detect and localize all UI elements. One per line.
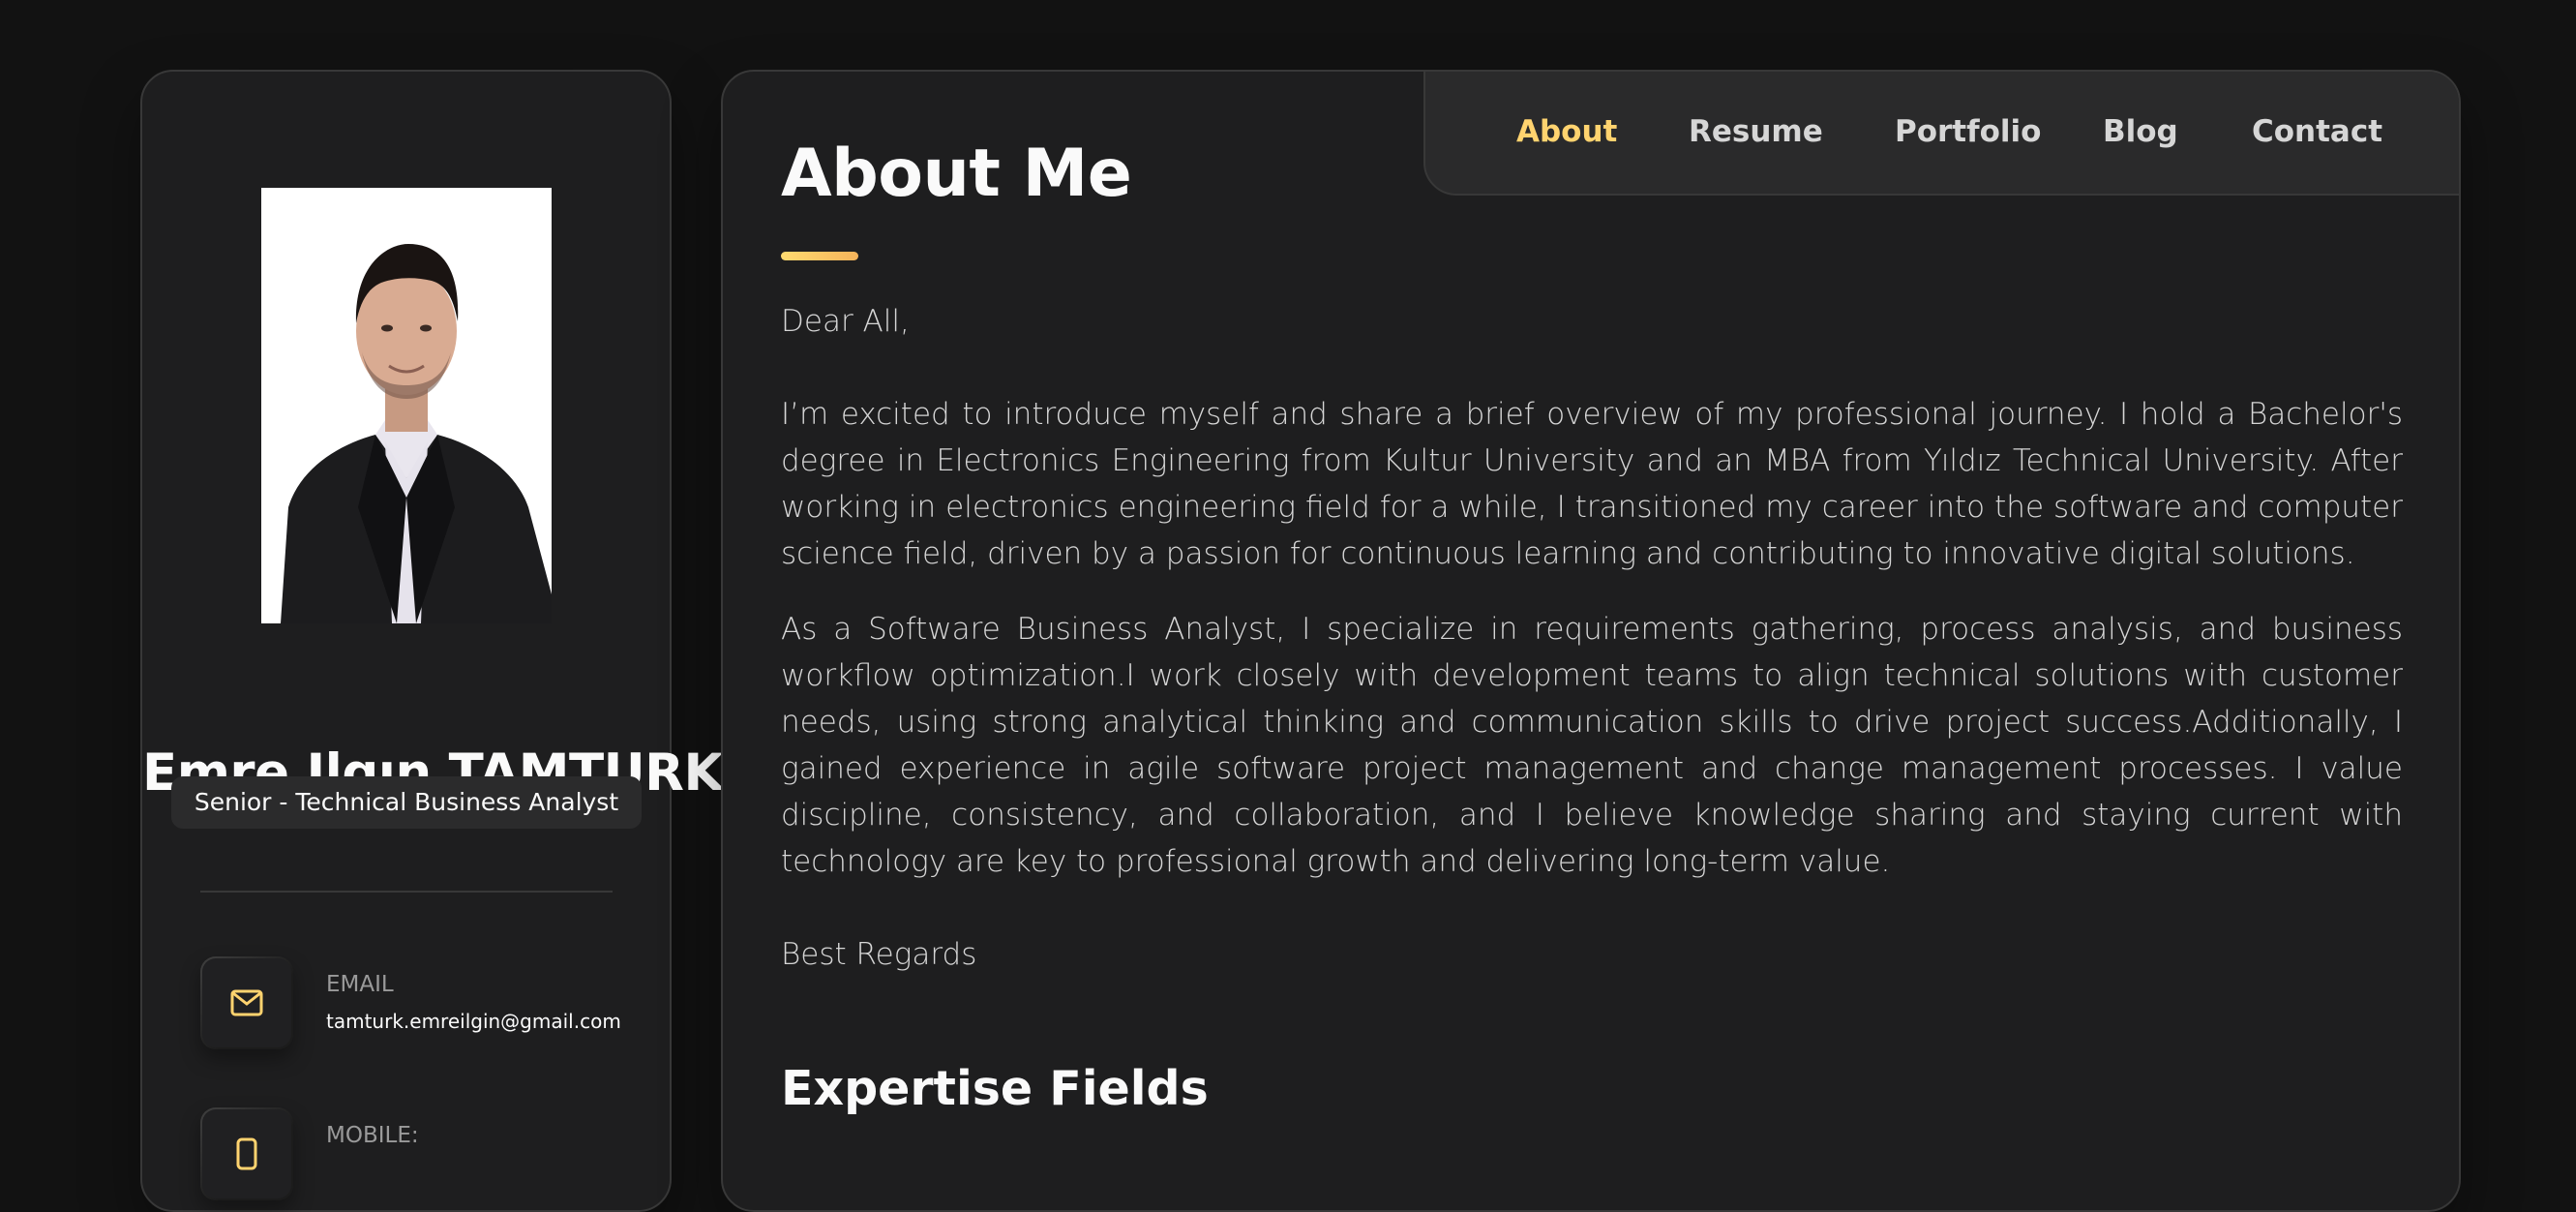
about-paragraph-1: I’m excited to introduce myself and shar… <box>781 397 2403 571</box>
nav-about[interactable]: About <box>1516 114 1617 149</box>
job-title-badge: Senior - Technical Business Analyst <box>171 776 642 829</box>
greeting: Dear All, <box>781 304 910 339</box>
title-underline <box>781 252 858 260</box>
profile-sidebar: Emre Ilgın TAMTURK Senior - Technical Bu… <box>140 70 724 1212</box>
closing: Best Regards <box>781 937 977 972</box>
phone-icon-box <box>200 1107 293 1200</box>
phone-icon <box>236 1137 257 1170</box>
nav-portfolio[interactable]: Portfolio <box>1895 114 2041 149</box>
nav-blog[interactable]: Blog <box>2103 114 2178 149</box>
top-navbar: About Resume Portfolio Blog Contact <box>1423 72 2459 196</box>
main-content: About Resume Portfolio Blog Contact Abou… <box>721 70 2461 1212</box>
contact-label-mobile: MOBILE: <box>326 1123 419 1148</box>
mail-icon <box>230 989 263 1016</box>
sidebar-separator <box>200 891 613 893</box>
avatar <box>261 188 552 623</box>
email-icon-box <box>200 956 293 1049</box>
about-paragraph-2: As a Software Business Analyst, I specia… <box>781 612 2403 879</box>
contact-label-email: EMAIL <box>326 972 394 997</box>
expertise-heading: Expertise Fields <box>781 1061 1209 1116</box>
email-link[interactable]: tamturk.emreilgin@gmail.com <box>326 1010 621 1033</box>
about-text: Dear All, I’m excited to introduce mysel… <box>781 298 2403 978</box>
nav-contact[interactable]: Contact <box>2252 114 2382 149</box>
nav-resume[interactable]: Resume <box>1689 114 1823 149</box>
page-title: About Me <box>781 136 1132 212</box>
profile-photo <box>261 188 552 623</box>
